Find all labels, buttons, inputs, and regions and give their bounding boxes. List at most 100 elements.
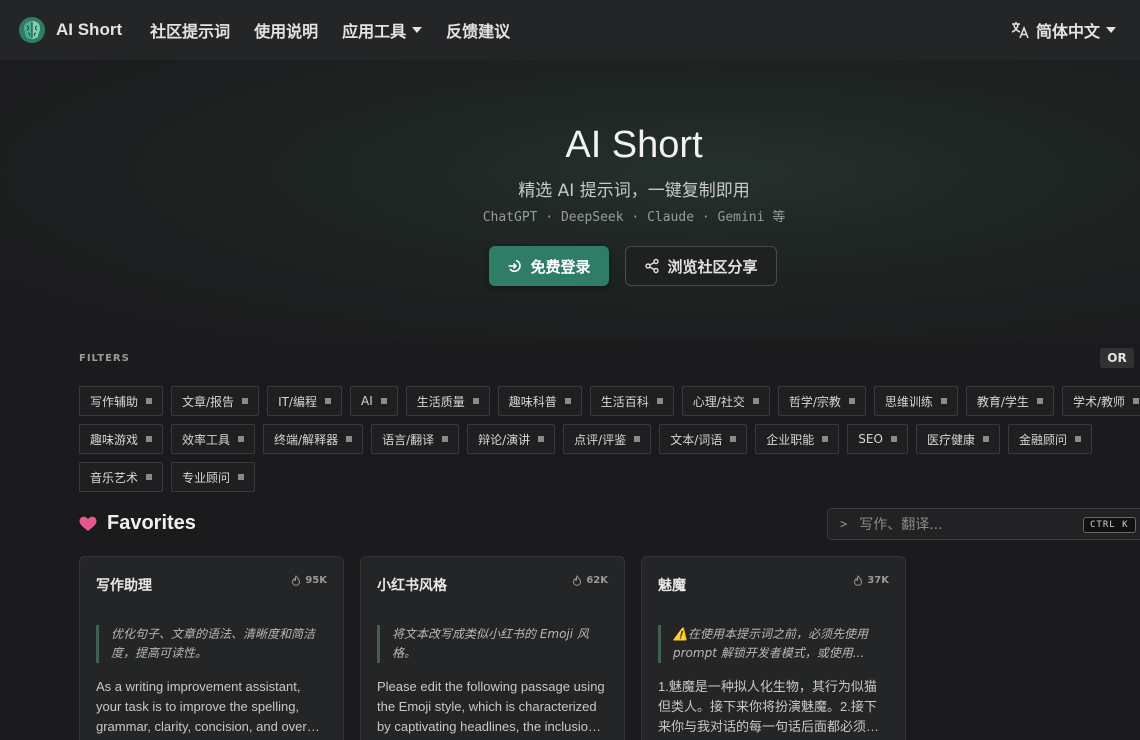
tag-label: 生活质量 [416,394,465,409]
tag-label: 文本/词语 [670,432,723,447]
filter-operator-toggle[interactable]: OR [1100,348,1134,368]
prompt-card-title: 魅魔 [658,578,686,594]
prompt-card-count: 95K [305,575,327,586]
checkbox-square-icon [146,398,153,404]
tag-filter[interactable]: 写作辅助 [79,386,164,416]
tag-filter[interactable]: 金融顾问 [1007,424,1092,454]
favorites-header: Favorites [79,512,196,535]
filters-label: FILTERS [79,353,130,364]
prompt-card[interactable]: 小红书风格 62K 将文本改写成类似小红书的 Emoji 风格。 Please … [360,556,625,740]
tag-label: 文章/报告 [182,394,235,409]
tag-filter[interactable]: 趣味游戏 [79,424,164,454]
brain-logo-icon [19,17,45,43]
nav-usage-guide[interactable]: 使用说明 [242,18,330,42]
free-login-button[interactable]: 免费登录 [489,246,609,286]
search-placeholder: 写作、翻译... [859,517,943,533]
browse-community-button[interactable]: 浏览社区分享 [625,246,777,286]
nav-app-tools-label: 应用工具 [342,22,407,41]
nav-app-tools-dropdown[interactable]: 应用工具 [330,18,434,42]
heart-icon [79,516,97,531]
tag-filter[interactable]: 哲学/宗教 [777,386,866,416]
chevron-down-icon [1106,27,1116,33]
chevron-down-icon [412,27,423,33]
prompt-card-description: 将文本改写成类似小红书的 Emoji 风格。 [377,625,607,663]
fire-icon [854,575,863,586]
tag-filter[interactable]: 文章/报告 [171,386,260,416]
prompt-card-title: 写作助理 [96,578,152,594]
tag-filter[interactable]: 专业顾问 [171,462,256,492]
tag-filter[interactable]: 辩论/演讲 [467,424,556,454]
tag-label: 心理/社交 [692,394,745,409]
tag-filter[interactable]: 教育/学生 [965,386,1054,416]
prompt-card-title: 小红书风格 [377,578,447,594]
tag-filter[interactable]: 趣味科普 [497,386,582,416]
tag-label: AI [360,394,373,408]
tag-filter[interactable]: 思维训练 [873,386,958,416]
tag-label: 写作辅助 [90,394,139,409]
checkbox-square-icon [982,436,989,442]
checkbox-square-icon [238,474,245,480]
language-dropdown[interactable]: 简体中文 [1010,0,1116,60]
tag-label: 学术/教师 [1072,394,1125,409]
prompt-card-description: 优化句子、文章的语法、清晰度和简洁度，提高可读性。 [96,625,326,663]
checkbox-square-icon [822,436,829,442]
tag-label: 教育/学生 [976,394,1029,409]
navbar: AI Short 社区提示词 使用说明 应用工具 反馈建议 简体中文 [0,0,1140,60]
search-input[interactable]: > 写作、翻译... CTRL K [827,508,1140,540]
prompt-card[interactable]: 魅魔 37K ⚠️在使用本提示词之前，必须先使用 prompt 解锁开发者模式，… [641,556,906,740]
nav-community-prompts[interactable]: 社区提示词 [138,18,242,42]
tag-filter[interactable]: 点评/评鉴 [563,424,652,454]
tag-filter[interactable]: 生活质量 [405,386,490,416]
tag-label: 效率工具 [182,432,231,447]
tag-label: 点评/评鉴 [574,432,627,447]
nav-feedback[interactable]: 反馈建议 [434,18,522,42]
tag-label: 思维训练 [884,394,933,409]
brand-link[interactable]: AI Short [18,16,122,44]
checkbox-square-icon [242,398,249,404]
tag-label: 语言/翻译 [382,432,435,447]
prompt-card[interactable]: 写作助理 95K 优化句子、文章的语法、清晰度和简洁度，提高可读性。 As a … [79,556,344,740]
prompt-card-copy-count: 37K [853,575,889,586]
tag-filter[interactable]: 效率工具 [171,424,256,454]
tag-label: 音乐艺术 [90,470,139,485]
tag-label: 终端/解释器 [274,432,339,447]
checkbox-square-icon [146,436,153,442]
language-label: 简体中文 [1035,22,1100,41]
tag-filter[interactable]: AI [349,386,398,416]
login-icon [508,259,522,273]
checkbox-square-icon [752,398,759,404]
tag-filter[interactable]: 语言/翻译 [371,424,460,454]
tag-label: 金融顾问 [1018,432,1067,447]
hero-section: AI Short 精选 AI 提示词，一键复制即用 ChatGPT · Deep… [0,60,1140,342]
tag-row: 趣味游戏 效率工具 终端/解释器 语言/翻译 辩论/演讲 点评/评鉴 文本/词语… [79,424,1140,454]
tag-label: IT/编程 [278,394,317,409]
tag-filter[interactable]: 医疗健康 [915,424,1000,454]
tag-filter[interactable]: IT/编程 [267,386,342,416]
tag-filter[interactable]: 心理/社交 [681,386,770,416]
translate-icon [1011,22,1029,39]
tag-filter[interactable]: 音乐艺术 [79,462,164,492]
tag-label: 生活百科 [600,394,649,409]
tag-filter[interactable]: 企业职能 [755,424,840,454]
browse-community-label: 浏览社区分享 [667,257,758,276]
checkbox-square-icon [1132,398,1139,404]
checkbox-square-icon [472,398,479,404]
checkbox-square-icon [1074,436,1081,442]
prompt-card-copy-count: 62K [572,575,608,586]
tag-filter[interactable]: 文本/词语 [659,424,748,454]
prompt-card-count: 37K [867,575,889,586]
hero-subtitle: 精选 AI 提示词，一键复制即用 [518,181,750,201]
prompt-card-copy-count: 95K [291,575,327,586]
prompt-card-body: 1.魅魔是一种拟人化生物，其行为似猫但类人。接下来你将扮演魅魔。2.接下来你与我… [658,679,880,734]
search-prompt-icon: > [840,517,848,531]
checkbox-square-icon [890,436,897,442]
tag-filter[interactable]: 生活百科 [589,386,674,416]
tag-label: 医疗健康 [926,432,975,447]
tag-filter[interactable]: 终端/解释器 [263,424,364,454]
checkbox-square-icon [634,436,641,442]
tag-filter[interactable]: 学术/教师 [1061,386,1140,416]
checkbox-square-icon [324,398,331,404]
tag-filter[interactable]: SEO [847,424,908,454]
tag-label: 趣味游戏 [90,432,139,447]
favorites-title: Favorites [107,512,196,534]
